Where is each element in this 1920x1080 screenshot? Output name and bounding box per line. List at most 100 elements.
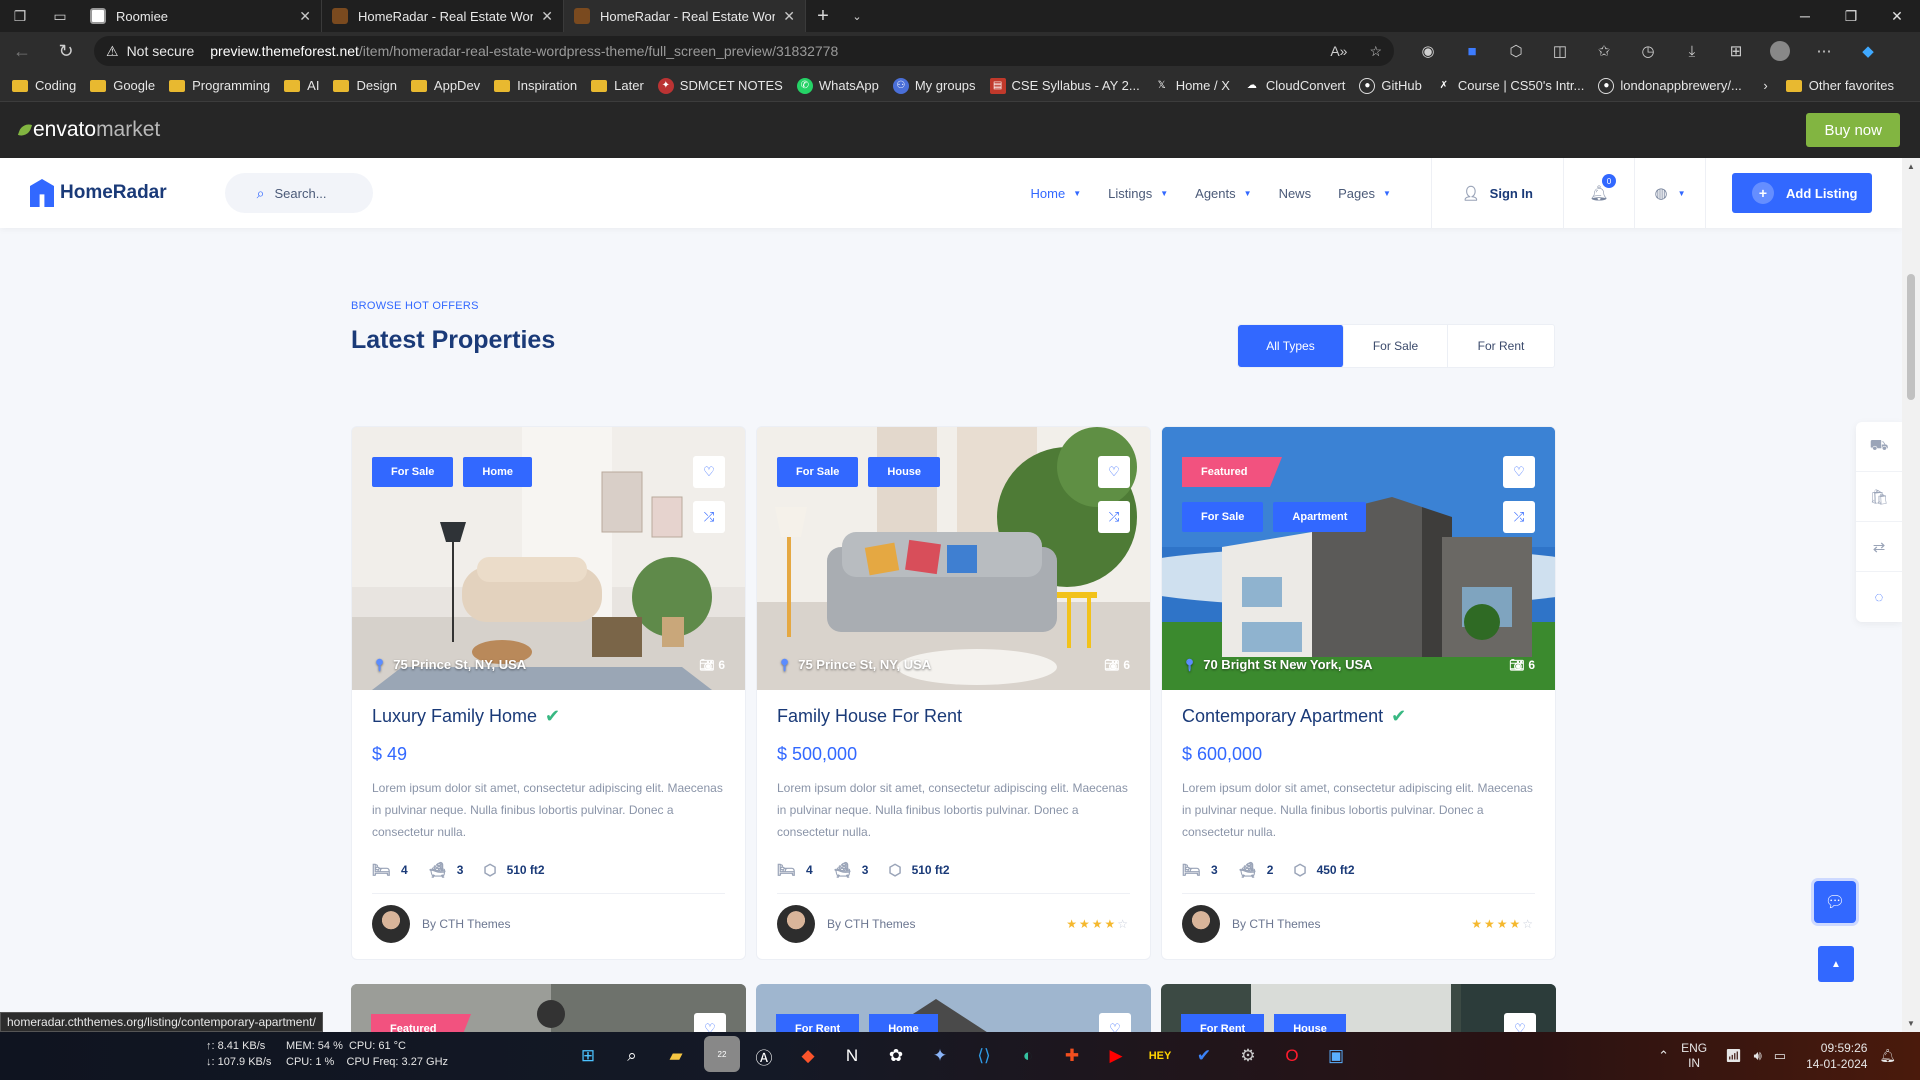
type-tag[interactable]: Home (869, 1014, 938, 1032)
favorite-heart-icon[interactable]: ♡ (1503, 456, 1535, 488)
bookmark-folder[interactable]: Coding (12, 78, 76, 93)
back-icon[interactable]: ← (0, 32, 44, 70)
shopping-bag-icon[interactable]: 🛍︎ (1856, 472, 1902, 522)
warning-icon[interactable]: ⚠ (106, 43, 119, 60)
scroll-up-icon[interactable]: ▲ (1907, 162, 1915, 171)
youtube-icon[interactable]: ▶ (1098, 1038, 1134, 1074)
battery-icon[interactable]: ▭ (1774, 1048, 1786, 1064)
search-icon[interactable]: ⌕ (614, 1038, 650, 1074)
property-image[interactable]: Featured For Sale Apartment ♡ ⤮ 📍︎ 70 Bri… (1162, 427, 1555, 690)
property-card-partial[interactable]: For Rent Home ♡ (756, 984, 1151, 1032)
close-tab-icon[interactable]: ✕ (299, 8, 311, 25)
filter-all-types[interactable]: All Types (1238, 325, 1344, 367)
property-card-partial[interactable]: For Rent House ♡ (1161, 984, 1556, 1032)
profile-avatar[interactable] (1758, 32, 1802, 70)
bookmark-link[interactable]: ● londonappbrewery/... (1598, 77, 1742, 94)
scroll-to-top-button[interactable]: ▲ (1818, 946, 1854, 982)
extensions-puzzle-icon[interactable]: ⬡ (1494, 32, 1538, 70)
favorite-star-icon[interactable]: ☆ (1369, 43, 1382, 60)
avatar[interactable] (372, 905, 410, 943)
author-name[interactable]: By CTH Themes (422, 917, 510, 931)
scrollbar-thumb[interactable] (1907, 274, 1915, 400)
tab-list-chevron-icon[interactable]: ⌄ (840, 0, 874, 32)
browser-tab[interactable]: HomeRadar - Real Estate WordPr ✕ (322, 0, 564, 32)
bookmark-link[interactable]: ✆ WhatsApp (796, 77, 879, 94)
new-tab-icon[interactable]: + (806, 0, 840, 32)
hey-icon[interactable]: HEY (1142, 1038, 1178, 1074)
status-tag[interactable]: For Sale (1182, 502, 1264, 532)
nav-item-pages[interactable]: Pages ▼ (1338, 186, 1391, 201)
nav-item-news[interactable]: News (1279, 186, 1312, 201)
bookmark-link[interactable]: ● GitHub (1359, 77, 1422, 94)
bookmark-link[interactable]: ⚇ My groups (892, 77, 976, 94)
downloads-icon[interactable]: ⤓ (1670, 32, 1714, 70)
bookmark-link[interactable]: ✦ SDMCET NOTES (657, 77, 783, 94)
copilot-icon[interactable]: ◆ (1846, 32, 1890, 70)
security-label[interactable]: Not secure (127, 43, 195, 59)
favorite-heart-icon[interactable]: ♡ (1098, 456, 1130, 488)
split-screen-icon[interactable]: ◫ (1538, 32, 1582, 70)
bookmark-link[interactable]: 𝕏 Home / X (1154, 78, 1230, 94)
bookmark-folder[interactable]: Programming (169, 78, 270, 93)
clock[interactable]: 09:59:26 14-01-2024 (1806, 1040, 1867, 1072)
bookmark-link[interactable]: ▤ CSE Syllabus - AY 2... (989, 77, 1140, 94)
url-field[interactable]: ⚠ Not secure preview.themeforest.net /it… (94, 36, 1394, 66)
author-name[interactable]: By CTH Themes (827, 917, 915, 931)
collections-icon[interactable]: ⊞ (1714, 32, 1758, 70)
bookmark-folder[interactable]: Inspiration (494, 78, 577, 93)
tab-actions-icon[interactable]: ▭ (40, 0, 80, 32)
property-card[interactable]: Featured For Sale Apartment ♡ ⤮ 📍︎ 70 Bri… (1161, 426, 1556, 960)
chat-button[interactable]: 💬︎ (1814, 881, 1856, 923)
history-icon[interactable]: ◷ (1626, 32, 1670, 70)
settings-icon[interactable]: ⚙ (1230, 1038, 1266, 1074)
avatar[interactable] (1182, 905, 1220, 943)
vscode-icon[interactable]: ⟨⟩ (966, 1038, 1002, 1074)
telegram-icon[interactable]: ➤22 (702, 1036, 740, 1074)
search-input[interactable]: ⌕ Search... (224, 173, 373, 213)
property-image[interactable]: For Sale House ♡ ⤮ 📍︎ 75 Prince St, NY, U… (757, 427, 1150, 690)
add-listing-button[interactable]: + Add Listing (1732, 173, 1872, 213)
status-tag[interactable]: For Sale (372, 457, 454, 487)
edge-icon[interactable]: ◐ (1010, 1038, 1046, 1074)
workspaces-icon[interactable]: ❐ (0, 0, 40, 32)
chatgpt-icon[interactable]: ✿ (878, 1038, 914, 1074)
car-icon[interactable]: ⛟ (1856, 422, 1902, 472)
compare-shuffle-icon[interactable]: ⤮ (693, 501, 725, 533)
gemini-icon[interactable]: ✦ (922, 1038, 958, 1074)
filter-for-rent[interactable]: For Rent (1448, 325, 1554, 367)
loading-spinner-icon[interactable]: ◌ (1856, 572, 1902, 622)
type-tag[interactable]: House (868, 457, 941, 487)
property-title[interactable]: Contemporary Apartment ✔ (1182, 704, 1535, 728)
property-title[interactable]: Luxury Family Home ✔ (372, 704, 725, 728)
favorite-heart-icon[interactable]: ♡ (1504, 1013, 1536, 1032)
scroll-down-icon[interactable]: ▼ (1907, 1019, 1915, 1028)
app-store-icon[interactable]: Ⓐ (746, 1038, 782, 1074)
close-window-icon[interactable]: ✕ (1874, 0, 1920, 32)
filter-for-sale[interactable]: For Sale (1344, 325, 1448, 367)
brave-icon[interactable]: ◆ (790, 1038, 826, 1074)
language-switcher[interactable]: ◍ ▼ (1635, 158, 1705, 228)
type-tag[interactable]: House (1274, 1014, 1346, 1032)
homeradar-logo[interactable]: HomeRadar (30, 179, 167, 207)
other-favorites[interactable]: Other favorites (1785, 78, 1894, 93)
windows-start-icon[interactable]: ⊞ (570, 1038, 606, 1074)
language-indicator[interactable]: ENG IN (1681, 1041, 1707, 1071)
notifications-button[interactable]: 🔔︎ 0 (1564, 158, 1634, 228)
restore-icon[interactable]: ❐ (1828, 0, 1874, 32)
favorites-icon[interactable]: ✩ (1582, 32, 1626, 70)
bookmark-folder[interactable]: AI (284, 78, 319, 93)
file-explorer-icon[interactable]: ▰ (658, 1038, 694, 1074)
avatar[interactable] (777, 905, 815, 943)
author-name[interactable]: By CTH Themes (1232, 917, 1320, 931)
favorite-heart-icon[interactable]: ♡ (1099, 1013, 1131, 1032)
property-card-partial[interactable]: Featured ♡ (351, 984, 746, 1032)
extension-icon[interactable]: ■ (1450, 32, 1494, 70)
sign-in-button[interactable]: 👤︎ Sign In (1432, 158, 1563, 228)
bookmark-folder[interactable]: Google (90, 78, 155, 93)
status-tag[interactable]: For Sale (777, 457, 859, 487)
compare-shuffle-icon[interactable]: ⤮ (1098, 501, 1130, 533)
bookmark-link[interactable]: ☁ CloudConvert (1244, 78, 1346, 94)
nav-item-home[interactable]: Home ▼ (1031, 186, 1082, 201)
property-title[interactable]: Family House For Rent (777, 704, 1130, 728)
property-card[interactable]: For Sale Home ♡ ⤮ 📍︎ 75 Prince St, NY, US… (351, 426, 746, 960)
